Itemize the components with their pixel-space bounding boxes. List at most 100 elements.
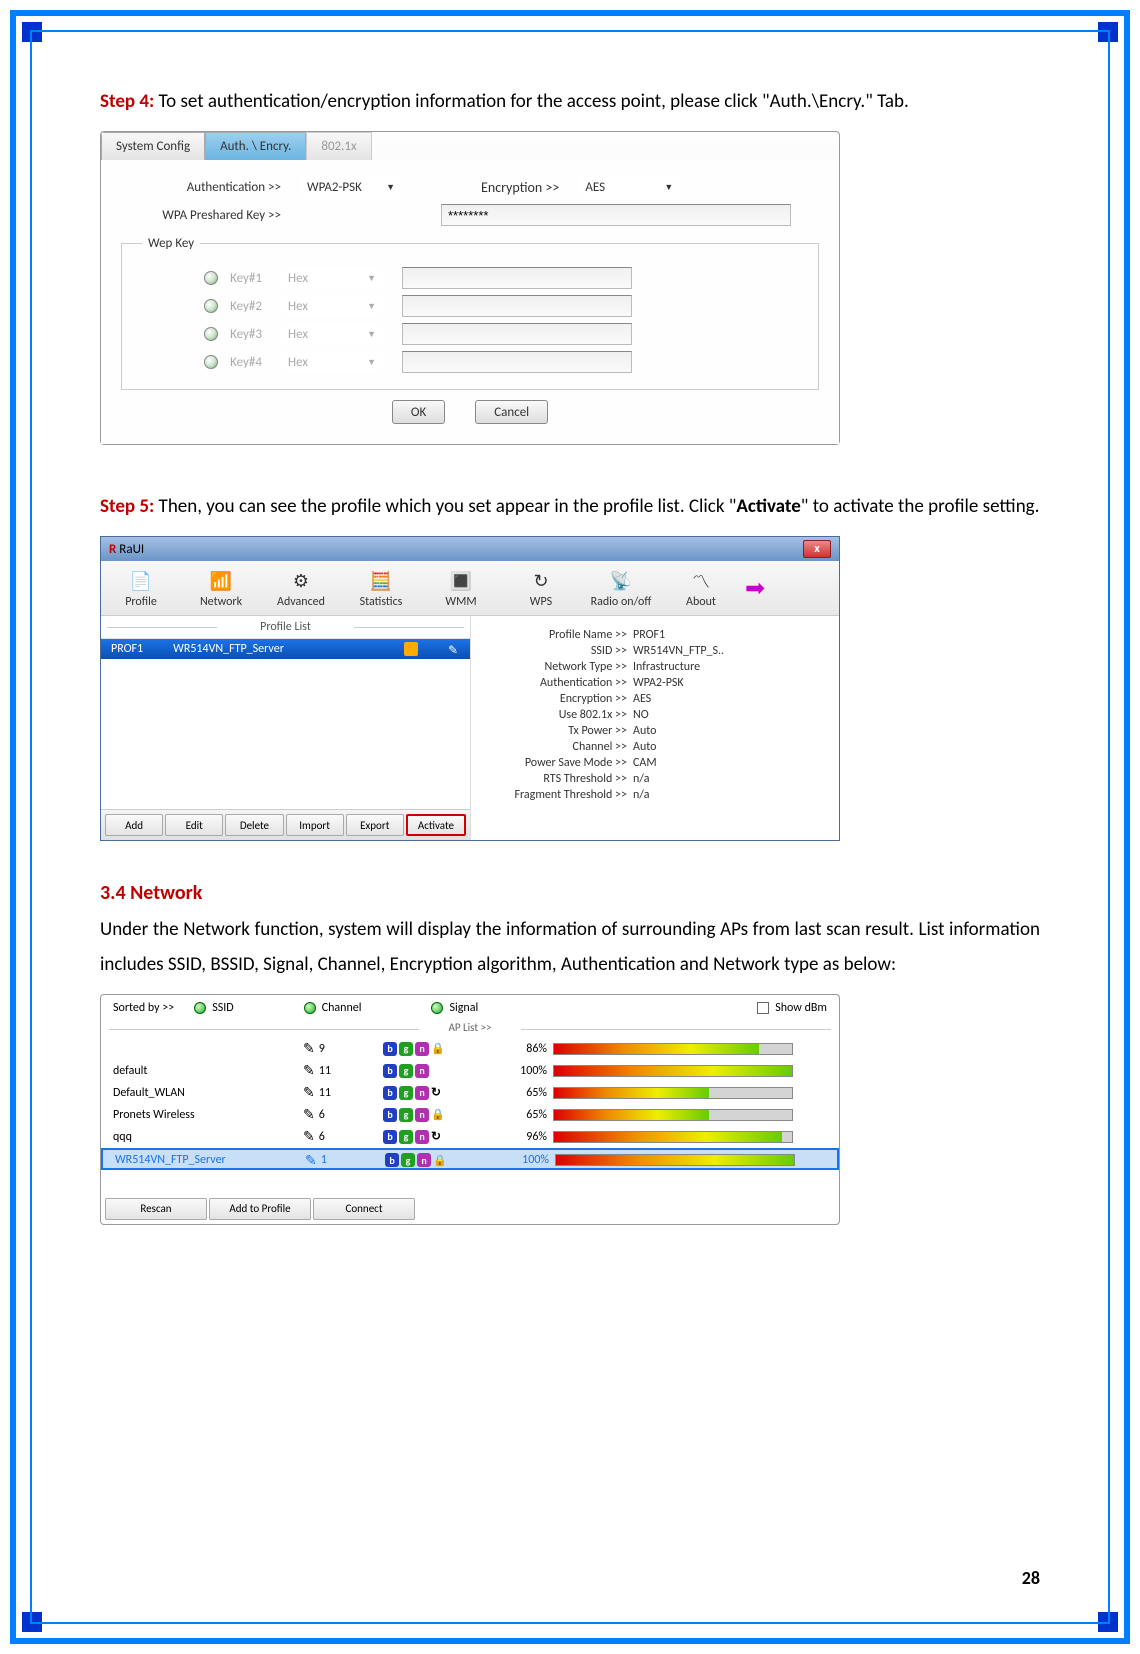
- sort-channel-option[interactable]: Channel: [304, 1001, 362, 1015]
- detail-value: WR514VN_FTP_S..: [633, 644, 724, 658]
- detail-row: Encryption >>AES: [479, 692, 831, 706]
- ap-channel: ✎6: [303, 1128, 383, 1145]
- ap-channel: ✎6: [303, 1106, 383, 1123]
- toolbar-next-arrow-icon[interactable]: ➡: [741, 561, 769, 615]
- delete-button[interactable]: Delete: [225, 814, 283, 836]
- mode-b-icon: b: [383, 1086, 397, 1100]
- import-button[interactable]: Import: [286, 814, 344, 836]
- toolbar-wmm[interactable]: 🔳WMM: [421, 561, 501, 615]
- ap-row[interactable]: Pronets Wireless✎6bgn🔒65%: [101, 1104, 839, 1126]
- mode-g-icon: g: [399, 1064, 413, 1078]
- sort-row: Sorted by >> SSID Channel Signal Show dB…: [101, 995, 839, 1021]
- ap-channel: ✎1: [305, 1152, 385, 1169]
- radio-icon[interactable]: [204, 355, 218, 369]
- profile-list-row[interactable]: PROF1 WR514VN_FTP_Server ✎: [101, 639, 470, 659]
- tab-802-1x: 802.1x: [306, 132, 371, 160]
- radio-icon[interactable]: [204, 271, 218, 285]
- export-button[interactable]: Export: [346, 814, 404, 836]
- tab-system-config[interactable]: System Config: [101, 132, 205, 160]
- detail-value: n/a: [633, 772, 649, 786]
- wep-key-input[interactable]: [402, 267, 632, 289]
- toolbar-label: Network: [181, 595, 261, 609]
- chevron-down-icon: ▼: [664, 182, 673, 193]
- radio-icon[interactable]: [204, 327, 218, 341]
- tab-auth-encry[interactable]: Auth. \ Encry.: [205, 132, 306, 160]
- ap-ssid: qqq: [113, 1130, 303, 1144]
- toolbar-about[interactable]: 〽About: [661, 561, 741, 615]
- detail-key: Use 802.1x >>: [479, 708, 633, 722]
- mode-n-icon: n: [415, 1108, 429, 1122]
- wep-key-input[interactable]: [402, 351, 632, 373]
- mode-n-icon: n: [415, 1042, 429, 1056]
- wand-icon: ✎: [303, 1084, 315, 1101]
- sort-ssid-option[interactable]: SSID: [194, 1001, 233, 1015]
- cancel-button[interactable]: Cancel: [475, 400, 548, 424]
- wep-key-input[interactable]: [402, 295, 632, 317]
- encryption-dropdown[interactable]: AES ▼: [579, 176, 679, 198]
- wep-type-dropdown[interactable]: Hex▼: [282, 323, 382, 345]
- toolbar-advanced[interactable]: ⚙Advanced: [261, 561, 341, 615]
- toolbar-label: WPS: [501, 595, 581, 609]
- step4-label: Step 4:: [100, 90, 154, 113]
- ap-signal-percent: 65%: [503, 1086, 553, 1100]
- wep-type-dropdown[interactable]: Hex▼: [282, 267, 382, 289]
- wand-icon: ✎: [305, 1152, 317, 1169]
- wand-icon: ✎: [303, 1106, 315, 1123]
- toolbar-radio-on-off[interactable]: 📡Radio on/off: [581, 561, 661, 615]
- step5-text-c: " to activate the profile setting.: [801, 495, 1040, 518]
- lock-icon: 🔒: [431, 1042, 445, 1055]
- authentication-label: Authentication >>: [121, 180, 281, 195]
- mode-g-icon: g: [399, 1130, 413, 1144]
- ap-mode-icons: bgn🔒: [385, 1153, 505, 1167]
- profile-buttons: Add Edit Delete Import Export Activate: [101, 809, 470, 840]
- toolbar-network[interactable]: 📶Network: [181, 561, 261, 615]
- ap-channel: ✎9: [303, 1040, 383, 1057]
- close-button[interactable]: x: [803, 540, 831, 558]
- network-panel: Sorted by >> SSID Channel Signal Show dB…: [100, 994, 840, 1225]
- detail-row: SSID >>WR514VN_FTP_S..: [479, 644, 831, 658]
- toolbar-icon: 📡: [581, 567, 661, 595]
- wep-type-dropdown[interactable]: Hex▼: [282, 351, 382, 373]
- mode-g-icon: g: [401, 1153, 415, 1167]
- wep-key-input[interactable]: [402, 323, 632, 345]
- ap-mode-icons: bgn↻: [383, 1085, 503, 1100]
- authentication-dropdown[interactable]: WPA2-PSK ▼: [301, 176, 401, 198]
- ap-row[interactable]: qqq✎6bgn↻96%: [101, 1126, 839, 1148]
- ap-row[interactable]: Default_WLAN✎11bgn↻65%: [101, 1082, 839, 1104]
- detail-key: Profile Name >>: [479, 628, 633, 642]
- detail-row: Power Save Mode >>CAM: [479, 756, 831, 770]
- ok-button[interactable]: OK: [392, 400, 445, 424]
- detail-key: Network Type >>: [479, 660, 633, 674]
- detail-row: Tx Power >>Auto: [479, 724, 831, 738]
- wep-type-dropdown[interactable]: Hex▼: [282, 295, 382, 317]
- show-dbm-checkbox[interactable]: Show dBm: [757, 1001, 827, 1015]
- activate-button[interactable]: Activate: [406, 814, 466, 836]
- detail-key: Tx Power >>: [479, 724, 633, 738]
- sort-signal-option[interactable]: Signal: [431, 1001, 478, 1015]
- wep-key-row: Key#1Hex▼: [142, 267, 798, 289]
- toolbar-wps[interactable]: ↻WPS: [501, 561, 581, 615]
- chevron-down-icon: ▼: [367, 357, 376, 368]
- toolbar-statistics[interactable]: 🧮Statistics: [341, 561, 421, 615]
- ap-row[interactable]: ✎9bgn🔒86%: [101, 1038, 839, 1060]
- ap-signal-bar: [555, 1154, 825, 1166]
- radio-icon[interactable]: [204, 299, 218, 313]
- step5-text-a: Then, you can see the profile which you …: [154, 495, 736, 518]
- add-to-profile-button[interactable]: Add to Profile: [209, 1198, 311, 1220]
- wand-icon: ✎: [303, 1040, 315, 1057]
- auth-encry-dialog: System Config Auth. \ Encry. 802.1x Auth…: [100, 131, 840, 445]
- rescan-button[interactable]: Rescan: [105, 1198, 207, 1220]
- toolbar-label: Advanced: [261, 595, 341, 609]
- ap-mode-icons: bgn↻: [383, 1129, 503, 1144]
- psk-input[interactable]: [441, 204, 791, 226]
- connect-button[interactable]: Connect: [313, 1198, 415, 1220]
- detail-row: Use 802.1x >>NO: [479, 708, 831, 722]
- ap-row[interactable]: WR514VN_FTP_Server✎1bgn🔒100%: [101, 1148, 839, 1170]
- toolbar-profile[interactable]: 📄Profile: [101, 561, 181, 615]
- edit-button[interactable]: Edit: [165, 814, 223, 836]
- detail-key: SSID >>: [479, 644, 633, 658]
- add-button[interactable]: Add: [105, 814, 163, 836]
- ap-row[interactable]: default✎11bgn100%: [101, 1060, 839, 1082]
- wep-key-group: Wep Key Key#1Hex▼Key#2Hex▼Key#3Hex▼Key#4…: [121, 236, 819, 390]
- mode-g-icon: g: [399, 1042, 413, 1056]
